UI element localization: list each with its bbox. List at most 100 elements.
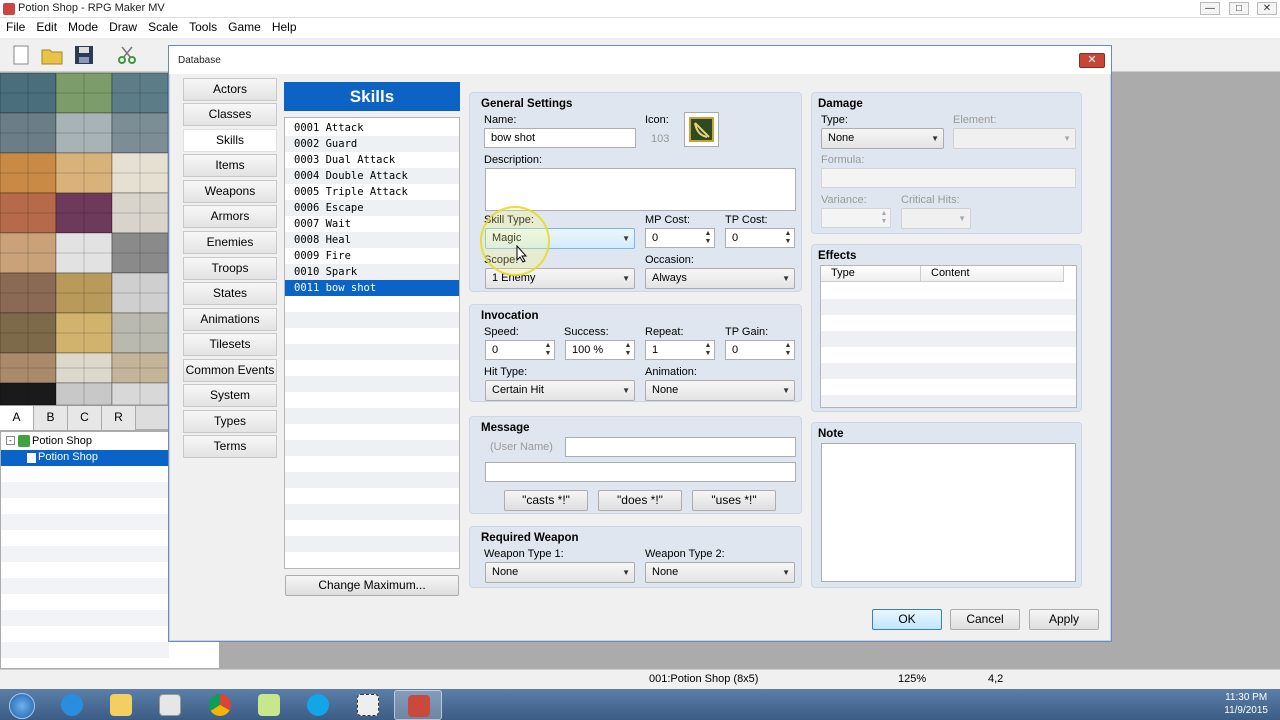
system-clock[interactable]: 11:30 PM 11/9/2015: [1224, 691, 1268, 717]
list-item[interactable]: 0001 Attack: [285, 120, 459, 136]
category-types[interactable]: Types: [183, 410, 277, 433]
apply-button[interactable]: Apply: [1029, 609, 1099, 630]
dialog-close-button[interactable]: ✕: [1079, 53, 1105, 68]
mp-cost-stepper[interactable]: 0 ▲ ▼: [645, 228, 715, 248]
damage-type-select[interactable]: None ▼: [821, 128, 944, 149]
category-common-events[interactable]: Common Events: [183, 359, 277, 382]
success-stepper[interactable]: 100 % ▲ ▼: [565, 340, 635, 360]
effects-table[interactable]: Type Content: [820, 265, 1077, 408]
message-line1-field[interactable]: [565, 437, 796, 457]
column-header-type[interactable]: Type: [821, 266, 921, 282]
uses-button[interactable]: "uses *!": [692, 490, 776, 511]
taskbar-snipping[interactable]: [344, 690, 392, 720]
category-states[interactable]: States: [183, 282, 277, 305]
table-row[interactable]: [821, 395, 1076, 407]
column-header-content[interactable]: Content: [921, 266, 1064, 282]
tab-b[interactable]: B: [34, 406, 68, 430]
weapon-type1-select[interactable]: None ▼: [485, 562, 635, 583]
close-window-button[interactable]: ✕: [1257, 2, 1277, 15]
new-project-icon[interactable]: [9, 43, 33, 67]
spinner-arrows-icon[interactable]: ▲ ▼: [879, 210, 889, 226]
note-field[interactable]: [821, 443, 1076, 582]
minimize-button[interactable]: —: [1200, 2, 1220, 15]
taskbar-chrome[interactable]: [196, 690, 244, 720]
list-item[interactable]: 0009 Fire: [285, 248, 459, 264]
taskbar-rpgmaker[interactable]: [394, 690, 442, 720]
start-button[interactable]: [0, 690, 44, 720]
list-item[interactable]: 0008 Heal: [285, 232, 459, 248]
tab-a[interactable]: A: [0, 406, 34, 430]
menu-help[interactable]: Help: [267, 18, 302, 36]
tree-item-project[interactable]: - Potion Shop: [1, 434, 169, 450]
list-item[interactable]: 0002 Guard: [285, 136, 459, 152]
critical-hits-select[interactable]: ▼: [901, 208, 971, 229]
collapse-icon[interactable]: -: [6, 436, 15, 445]
cancel-button[interactable]: Cancel: [950, 609, 1020, 630]
category-skills[interactable]: Skills: [183, 129, 277, 152]
name-field[interactable]: bow shot: [484, 128, 636, 148]
tp-cost-stepper[interactable]: 0 ▲ ▼: [725, 228, 795, 248]
tile-palette[interactable]: [0, 73, 168, 405]
formula-field[interactable]: [821, 168, 1076, 188]
category-items[interactable]: Items: [183, 154, 277, 177]
maximize-button[interactable]: □: [1229, 2, 1249, 15]
list-item-selected[interactable]: 0011 bow shot: [285, 280, 459, 296]
menu-tools[interactable]: Tools: [184, 18, 222, 36]
cut-icon[interactable]: [115, 43, 139, 67]
list-item[interactable]: 0005 Triple Attack: [285, 184, 459, 200]
ok-button[interactable]: OK: [872, 609, 942, 630]
tab-r[interactable]: R: [102, 406, 136, 430]
spinner-arrows-icon[interactable]: ▲ ▼: [543, 342, 553, 358]
list-item[interactable]: 0006 Escape: [285, 200, 459, 216]
save-project-icon[interactable]: [72, 43, 96, 67]
message-line2-field[interactable]: [485, 462, 796, 482]
occasion-select[interactable]: Always ▼: [645, 268, 795, 289]
casts-button[interactable]: "casts *!": [504, 490, 588, 511]
table-row[interactable]: [821, 283, 1076, 299]
menu-edit[interactable]: Edit: [31, 18, 62, 36]
hit-type-select[interactable]: Certain Hit ▼: [485, 380, 635, 401]
category-tilesets[interactable]: Tilesets: [183, 333, 277, 356]
category-animations[interactable]: Animations: [183, 308, 277, 331]
taskbar-media[interactable]: [146, 690, 194, 720]
category-terms[interactable]: Terms: [183, 435, 277, 458]
taskbar-ie[interactable]: [48, 690, 96, 720]
spinner-arrows-icon[interactable]: ▲ ▼: [703, 342, 713, 358]
spinner-arrows-icon[interactable]: ▲ ▼: [783, 230, 793, 246]
weapon-type2-select[interactable]: None ▼: [645, 562, 795, 583]
description-field[interactable]: [485, 168, 796, 211]
animation-select[interactable]: None ▼: [645, 380, 795, 401]
spinner-arrows-icon[interactable]: ▲ ▼: [623, 342, 633, 358]
taskbar-skype[interactable]: [294, 690, 342, 720]
menu-mode[interactable]: Mode: [63, 18, 103, 36]
does-button[interactable]: "does *!": [598, 490, 682, 511]
table-row[interactable]: [821, 299, 1076, 315]
element-select[interactable]: ▼: [953, 128, 1076, 149]
category-enemies[interactable]: Enemies: [183, 231, 277, 254]
category-actors[interactable]: Actors: [183, 78, 277, 101]
tab-c[interactable]: C: [68, 406, 102, 430]
category-armors[interactable]: Armors: [183, 205, 277, 228]
list-item[interactable]: 0003 Dual Attack: [285, 152, 459, 168]
open-project-icon[interactable]: [40, 43, 64, 67]
list-item[interactable]: 0004 Double Attack: [285, 168, 459, 184]
table-row[interactable]: [821, 363, 1076, 379]
change-maximum-button[interactable]: Change Maximum...: [285, 575, 459, 596]
repeat-stepper[interactable]: 1 ▲ ▼: [645, 340, 715, 360]
tree-item-map[interactable]: Potion Shop: [1, 450, 169, 466]
category-weapons[interactable]: Weapons: [183, 180, 277, 203]
list-item[interactable]: 0007 Wait: [285, 216, 459, 232]
tp-gain-stepper[interactable]: 0 ▲ ▼: [725, 340, 795, 360]
spinner-arrows-icon[interactable]: ▲ ▼: [703, 230, 713, 246]
spinner-arrows-icon[interactable]: ▲ ▼: [783, 342, 793, 358]
category-classes[interactable]: Classes: [183, 103, 277, 126]
menu-draw[interactable]: Draw: [104, 18, 142, 36]
menu-file[interactable]: File: [1, 18, 30, 36]
taskbar-folder[interactable]: [245, 690, 293, 720]
category-troops[interactable]: Troops: [183, 257, 277, 280]
taskbar-explorer[interactable]: [97, 690, 145, 720]
variance-stepper[interactable]: ▲ ▼: [821, 208, 891, 228]
skills-list[interactable]: 0001 Attack 0002 Guard 0003 Dual Attack …: [284, 117, 460, 569]
table-row[interactable]: [821, 331, 1076, 347]
menu-game[interactable]: Game: [223, 18, 266, 36]
